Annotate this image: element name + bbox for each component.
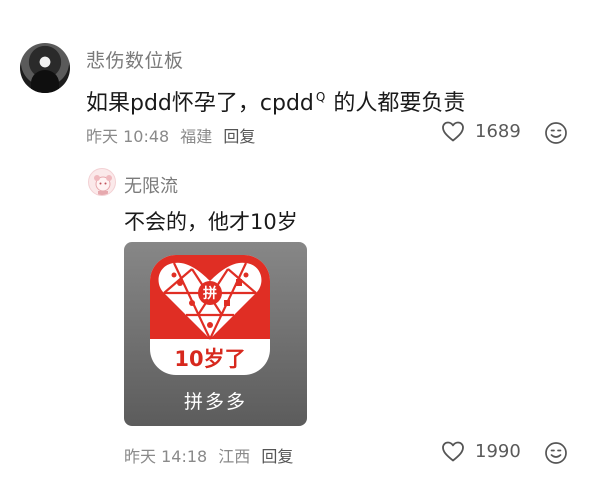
pinduoduo-app-icon: 拼 10岁了 — [150, 255, 270, 375]
like-button[interactable]: 1990 — [441, 440, 521, 462]
comment-text-part: 的人都要负责 — [333, 91, 466, 116]
comment-text: 如果pdd怀孕了，cpdd Q 的人都要负责 — [86, 85, 465, 117]
reply-button[interactable]: 回复 — [223, 127, 255, 146]
emoji-icon[interactable] — [544, 441, 568, 465]
reply-meta: 昨天 14:18 江西 回复 — [124, 443, 299, 467]
comment-thread: 悲伤数位板 如果pdd怀孕了，cpdd Q 的人都要负责 昨天 10:48 福建 回… — [0, 0, 596, 479]
reply-text: 不会的，他才10岁 — [124, 210, 298, 234]
reply-username[interactable]: 无限流 — [124, 172, 178, 198]
comment-text-part: 如果pdd怀孕了，cpdd — [86, 91, 314, 116]
app-icon-label: 10岁了 — [174, 347, 246, 371]
like-count: 1990 — [475, 440, 521, 462]
timestamp: 昨天 10:48 — [86, 127, 170, 146]
comment-meta: 昨天 10:48 福建 回复 — [86, 123, 261, 147]
heart-logo-icon: 拼 — [158, 262, 262, 340]
reply-button[interactable]: 回复 — [261, 447, 293, 466]
emoji-icon[interactable] — [544, 121, 568, 145]
timestamp: 昨天 14:18 — [124, 447, 208, 466]
superscript-mark: Q — [315, 90, 326, 104]
heart-icon — [442, 441, 464, 462]
like-count: 1689 — [475, 120, 521, 142]
avatar-illustration — [94, 175, 112, 195]
avatar[interactable] — [20, 43, 70, 93]
app-center-char: 拼 — [203, 285, 217, 302]
reply-avatar[interactable] — [88, 168, 116, 196]
heart-icon — [442, 121, 464, 142]
location: 江西 — [218, 447, 251, 466]
image-caption: 拼多多 — [183, 391, 247, 413]
like-button[interactable]: 1689 — [441, 120, 521, 142]
username[interactable]: 悲伤数位板 — [86, 46, 184, 73]
location: 福建 — [180, 127, 213, 146]
reply-image[interactable]: 拼 10岁了 拼多多 — [124, 242, 307, 426]
